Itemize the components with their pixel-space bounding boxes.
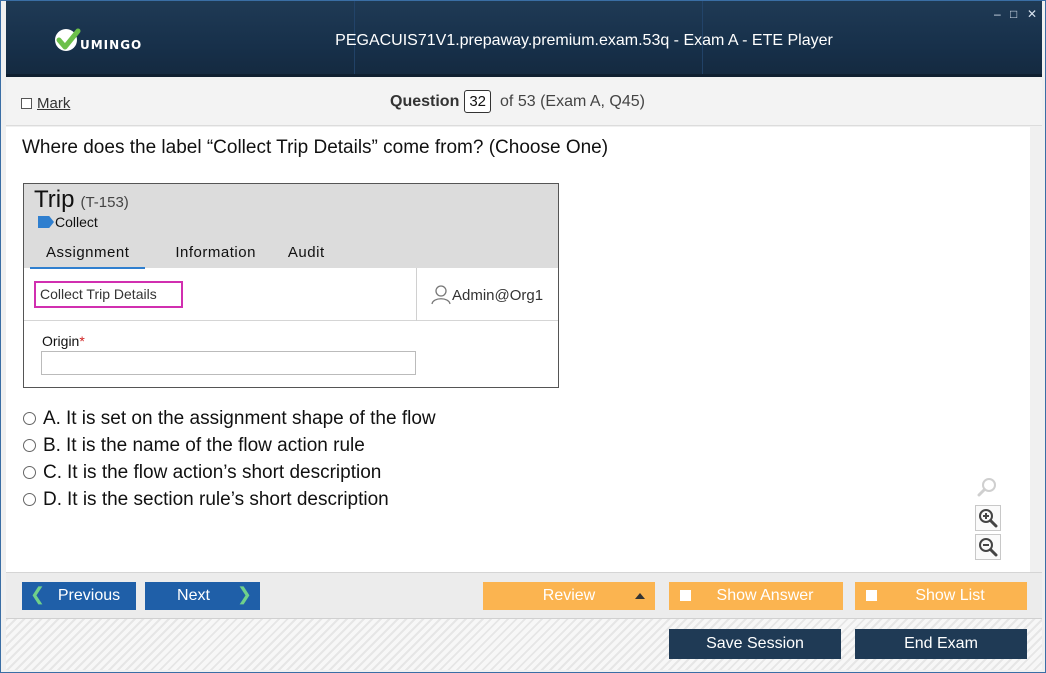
exhibit-stage-label: Collect (55, 214, 98, 230)
chevron-right-icon: ❯ (236, 584, 252, 604)
mark-label: Mark (37, 95, 71, 112)
answer-text: It is the flow action’s short descriptio… (67, 461, 382, 483)
exhibit-case-name: Trip (34, 186, 75, 213)
exhibit-header: Trip (T-153) Collect Assignment Informati… (24, 184, 558, 269)
show-list-label: Show List (915, 587, 985, 604)
answer-letter: C. (43, 461, 62, 483)
question-text: Where does the label “Collect Trip Detai… (22, 137, 609, 158)
zoom-out-icon[interactable] (975, 534, 1001, 560)
zoom-reset-icon[interactable] (975, 474, 1001, 500)
exhibit-tab-assignment: Assignment (30, 240, 146, 269)
question-header: Mark Question 32 of 53 (Exam A, Q45) (6, 80, 1042, 126)
exhibit-tabs: Assignment Information Audit (30, 240, 341, 269)
radio-icon[interactable] (23, 493, 36, 506)
maximize-icon[interactable]: □ (1010, 7, 1017, 21)
user-icon (431, 285, 451, 305)
question-content: Where does the label “Collect Trip Detai… (6, 127, 1030, 572)
titlebar-edge (6, 74, 1042, 77)
question-total: of 53 (Exam A, Q45) (500, 92, 645, 110)
exhibit-origin-label: Origin (42, 333, 80, 349)
show-answer-button[interactable]: Show Answer (669, 582, 843, 610)
answer-letter: D. (43, 488, 62, 510)
checkbox-icon (680, 590, 691, 601)
radio-icon[interactable] (23, 439, 36, 452)
answer-text: It is the name of the flow action rule (65, 434, 365, 456)
next-label: Next (177, 587, 210, 604)
chevron-left-icon: ❮ (30, 584, 46, 604)
navigation-bar: ❮ Previous Next ❯ Review Show Answer Sho… (6, 572, 1042, 618)
radio-icon[interactable] (23, 466, 36, 479)
exhibit-image: Trip (T-153) Collect Assignment Informati… (23, 183, 559, 388)
previous-label: Previous (57, 587, 121, 604)
answer-letter: B. (43, 434, 61, 456)
required-mark: * (79, 333, 85, 349)
exhibit-field-label: Origin* (42, 333, 85, 349)
answer-option-c[interactable]: C. It is the flow action’s short descrip… (23, 459, 436, 486)
answer-option-d[interactable]: D. It is the section rule’s short descri… (23, 486, 436, 513)
answer-letter: A. (43, 407, 61, 429)
question-counter: Question 32 of 53 (Exam A, Q45) (390, 90, 645, 113)
question-number-input[interactable]: 32 (464, 90, 492, 113)
bottom-bar: Save Session End Exam (6, 618, 1042, 670)
mark-checkbox[interactable]: Mark (21, 95, 70, 112)
answer-text: It is set on the assignment shape of the… (65, 407, 436, 429)
end-exam-button[interactable]: End Exam (855, 629, 1027, 659)
vertical-scrollbar[interactable] (1030, 127, 1042, 572)
close-icon[interactable]: ✕ (1027, 7, 1037, 21)
title-bar: UMINGO PEGACUIS71V1.prepaway.premium.exa… (6, 1, 1042, 77)
exhibit-case-title: Trip (T-153) (34, 186, 129, 214)
review-label: Review (542, 587, 596, 604)
exhibit-user: Admin@Org1 (430, 285, 543, 305)
exhibit-assignment-row: Collect Trip Details Admin@Org1 (24, 268, 558, 321)
checkbox-icon (866, 590, 877, 601)
review-button[interactable]: Review (483, 582, 655, 610)
question-label: Question (390, 92, 460, 110)
minimize-icon[interactable]: – (994, 7, 1001, 21)
zoom-in-icon[interactable] (975, 505, 1001, 531)
window-title: PEGACUIS71V1.prepaway.premium.exam.53q -… (335, 32, 833, 49)
show-answer-label: Show Answer (716, 587, 814, 604)
exhibit-highlighted-label: Collect Trip Details (34, 281, 183, 308)
exhibit-divider (416, 268, 417, 321)
radio-icon[interactable] (23, 412, 36, 425)
exhibit-tab-information: Information (175, 244, 256, 261)
answer-option-a[interactable]: A. It is set on the assignment shape of … (23, 405, 436, 432)
answer-option-b[interactable]: B. It is the name of the flow action rul… (23, 432, 436, 459)
app-window: UMINGO PEGACUIS71V1.prepaway.premium.exa… (0, 0, 1046, 673)
exhibit-case-id: (T-153) (80, 194, 129, 211)
exhibit-user-name: Admin@Org1 (452, 286, 544, 304)
previous-button[interactable]: ❮ Previous (22, 582, 136, 610)
save-session-button[interactable]: Save Session (669, 629, 841, 659)
stage-chevron-icon (38, 216, 54, 228)
next-button[interactable]: Next ❯ (145, 582, 260, 610)
show-list-button[interactable]: Show List (855, 582, 1027, 610)
exhibit-stage: Collect (38, 214, 98, 230)
exhibit-tab-audit: Audit (287, 244, 325, 261)
exhibit-origin-input (41, 351, 416, 375)
caret-up-icon (635, 593, 645, 599)
answer-list: A. It is set on the assignment shape of … (23, 405, 436, 513)
checkbox-icon[interactable] (21, 98, 32, 109)
answer-text: It is the section rule’s short descripti… (67, 488, 389, 510)
